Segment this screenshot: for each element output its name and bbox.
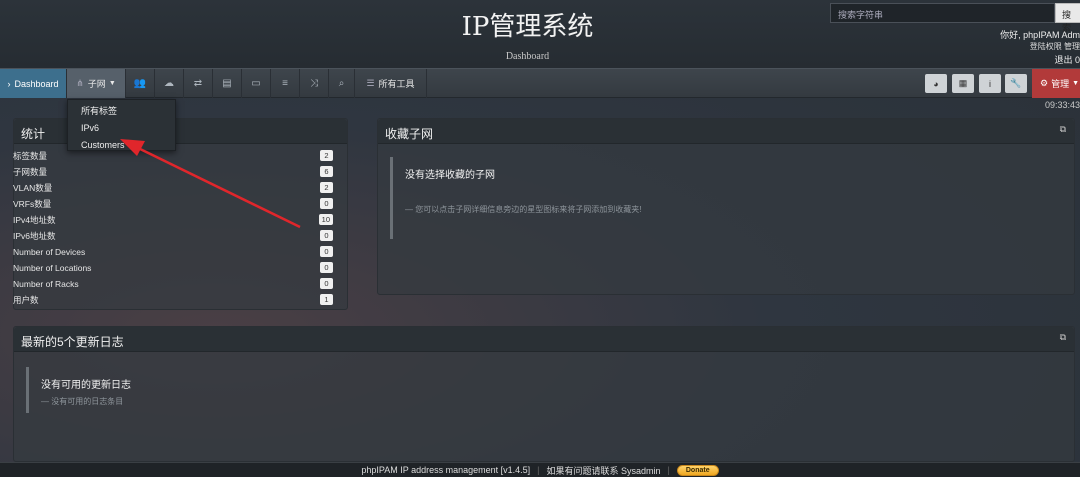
- stat-count-badge: 2: [320, 150, 333, 161]
- stat-row: Number of Devices 0: [13, 244, 333, 260]
- search-button[interactable]: 搜索: [1055, 3, 1080, 33]
- stat-row: IPv6地址数 0: [13, 228, 333, 244]
- footer-version: phpIPAM IP address management [v1.4.5]: [361, 465, 531, 475]
- sitemap-icon: ⋔: [76, 78, 84, 88]
- dashboard-icon[interactable]: ◕: [925, 74, 947, 93]
- nav-subnets[interactable]: ⋔ 子网 ▼: [67, 69, 126, 98]
- exchange-icon[interactable]: ⇄: [184, 69, 213, 98]
- changelog-empty-hint: — 没有可用的日志条目: [41, 397, 124, 406]
- stat-count-badge: 10: [318, 214, 333, 225]
- favorites-empty-title: 没有选择收藏的子网: [405, 170, 495, 181]
- dropdown-item-customers[interactable]: Customers: [68, 137, 175, 153]
- stat-row: VLAN数量 2: [13, 180, 333, 196]
- changelog-panel: 最新的5个更新日志 ⧉ 没有可用的更新日志 — 没有可用的日志条目: [13, 326, 1075, 462]
- user-links[interactable]: 登陆权限 管理: [1030, 41, 1080, 52]
- nav-tools-label: 所有工具: [378, 79, 415, 89]
- footer-contact-link[interactable]: 如果有问题请联系 Sysadmin: [547, 464, 661, 477]
- footer-separator: |: [537, 465, 540, 475]
- list-icon: ☰: [366, 78, 375, 88]
- stat-label: IPv6地址数: [13, 231, 56, 241]
- stat-count-badge: 2: [320, 182, 333, 193]
- stat-row: 用户数 1: [13, 292, 333, 308]
- list-icon[interactable]: ≡: [271, 69, 300, 98]
- stat-label: Number of Locations: [13, 263, 92, 273]
- changelog-empty-title: 没有可用的更新日志: [41, 380, 131, 391]
- nav-admin[interactable]: ⚙ 管理 ▼: [1032, 69, 1080, 98]
- stat-row: Number of Racks 0: [13, 276, 333, 292]
- nav-tools[interactable]: ☰ 所有工具: [355, 69, 427, 98]
- page-subtitle: Dashboard: [505, 51, 550, 62]
- stat-count-badge: 6: [320, 166, 333, 177]
- grid-icon[interactable]: ▦: [952, 74, 974, 93]
- main-navbar: › Dashboard ⋔ 子网 ▼ 👥 ☁ ⇄ ▤ ▭ ≡ ⤨ ⌕ ☰ 所有工…: [0, 68, 1080, 98]
- cloud-icon[interactable]: ☁: [155, 69, 184, 98]
- stat-label: VLAN数量: [13, 183, 53, 193]
- gear-icon: ⚙: [1040, 78, 1049, 88]
- nav-admin-label: 管理: [1051, 79, 1070, 89]
- stat-count-badge: 1: [320, 294, 333, 305]
- stat-label: 子网数量: [13, 167, 48, 177]
- caret-down-icon: ▼: [1072, 80, 1080, 87]
- favorites-panel: 收藏子网 ⧉ 没有选择收藏的子网 — 您可以点击子网详细信息旁边的星型图标来将子…: [377, 118, 1075, 295]
- logout-link[interactable]: 退出 0: [1054, 53, 1080, 66]
- search-icon[interactable]: ⌕: [329, 69, 355, 98]
- stat-count-badge: 0: [320, 278, 333, 289]
- monitor-icon[interactable]: ▭: [242, 69, 271, 98]
- map-icon[interactable]: ▤: [213, 69, 242, 98]
- favorites-empty-block: 没有选择收藏的子网 — 您可以点击子网详细信息旁边的星型图标来将子网添加到收藏夹…: [390, 157, 641, 239]
- stat-label: IPv4地址数: [13, 215, 56, 225]
- stat-label: 标签数量: [13, 151, 48, 161]
- header: IP管理系统 Dashboard 搜索字符串 搜索 你好, phpIPAM Ad…: [0, 0, 1080, 68]
- changelog-empty-block: 没有可用的更新日志 — 没有可用的日志条目: [26, 367, 131, 413]
- nav-subnets-label: 子网: [87, 79, 106, 89]
- changelog-panel-header: 最新的5个更新日志 ⧉: [14, 327, 1074, 352]
- donate-button[interactable]: Donate: [676, 464, 719, 476]
- favorites-empty-hint: — 您可以点击子网详细信息旁边的星型图标来将子网添加到收藏夹!: [405, 205, 642, 214]
- stat-row: 子网数量 6: [13, 164, 333, 180]
- user-greeting: 你好, phpIPAM Adm: [1000, 30, 1080, 40]
- subnets-dropdown: 所有标签 IPv6 Customers: [67, 99, 176, 151]
- wrench-icon[interactable]: 🔧: [1005, 74, 1027, 93]
- search-input[interactable]: 搜索字符串: [830, 3, 1055, 23]
- footer-separator: |: [667, 465, 670, 475]
- dropdown-item-ipv6[interactable]: IPv6: [68, 120, 175, 136]
- shuffle-icon[interactable]: ⤨: [300, 69, 329, 98]
- favorites-panel-title: 收藏子网: [385, 127, 434, 141]
- stats-panel-title: 统计: [14, 119, 347, 144]
- info-icon[interactable]: i: [979, 74, 1001, 93]
- users-icon[interactable]: 👥: [126, 69, 155, 98]
- stat-count-badge: 0: [320, 262, 333, 273]
- stat-row: VRFs数量 0: [13, 196, 333, 212]
- stat-label: Number of Racks: [13, 279, 79, 289]
- stat-row: IPv4地址数 10: [13, 212, 333, 228]
- stat-label: Number of Devices: [13, 247, 86, 257]
- stat-count-badge: 0: [320, 198, 333, 209]
- changelog-panel-title: 最新的5个更新日志: [21, 335, 124, 349]
- stat-row: Number of Locations 0: [13, 260, 333, 276]
- chevron-right-icon: ›: [7, 78, 11, 89]
- dropdown-item-all-sections[interactable]: 所有标签: [68, 103, 175, 119]
- stat-count-badge: 0: [320, 246, 333, 257]
- footer: phpIPAM IP address management [v1.4.5] |…: [0, 462, 1080, 477]
- stat-label: 用户数: [13, 295, 39, 305]
- nav-dashboard-label: Dashboard: [14, 78, 59, 89]
- external-link-icon[interactable]: ⧉: [1060, 124, 1066, 135]
- clock: 09:33:43: [1044, 100, 1080, 110]
- caret-down-icon: ▼: [108, 80, 116, 87]
- nav-dashboard[interactable]: › Dashboard: [0, 69, 67, 98]
- external-link-icon[interactable]: ⧉: [1060, 332, 1066, 343]
- favorites-panel-header: 收藏子网 ⧉: [378, 119, 1074, 144]
- stat-count-badge: 0: [320, 230, 333, 241]
- stat-label: VRFs数量: [13, 199, 52, 209]
